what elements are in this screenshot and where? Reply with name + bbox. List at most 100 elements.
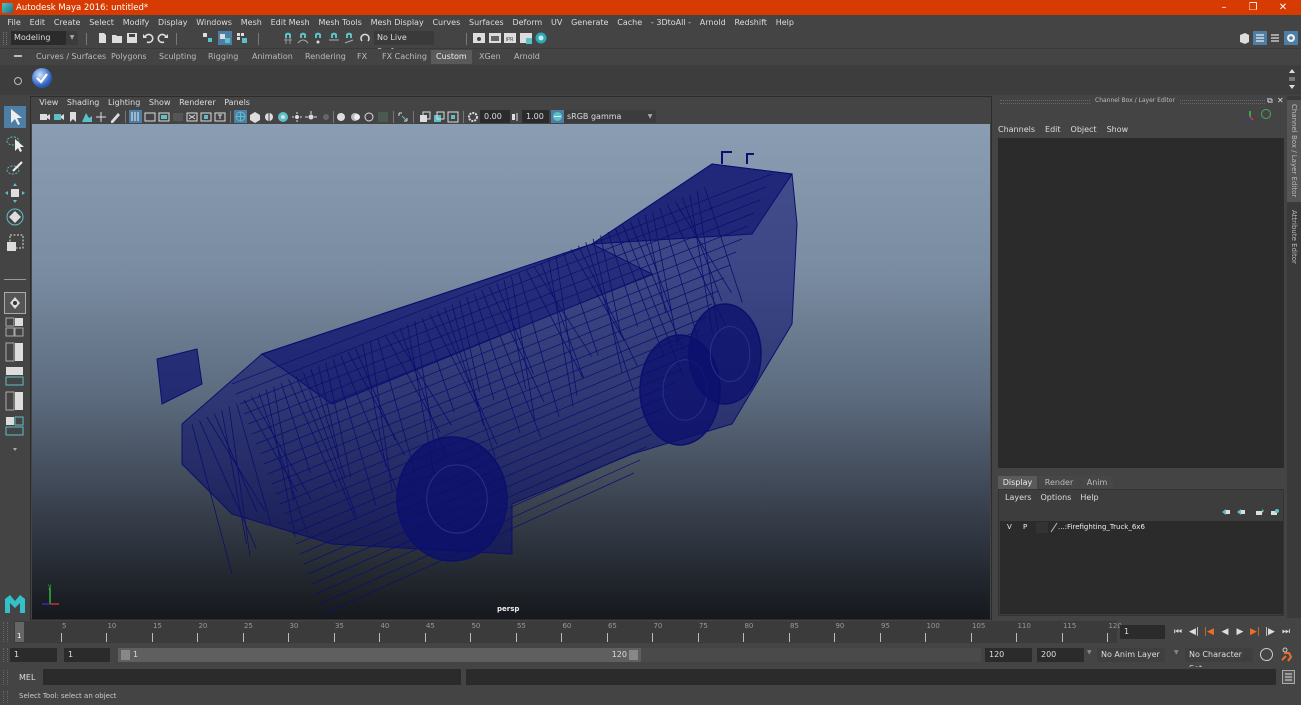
menu-deform[interactable]: Deform (508, 18, 547, 27)
redo-icon[interactable] (157, 32, 169, 44)
menu-redshift[interactable]: Redshift (730, 18, 771, 27)
step-forward-frame-button[interactable]: |▶ (1264, 626, 1276, 638)
move-layer-down-icon[interactable] (1236, 508, 1246, 516)
move-tool-icon[interactable] (4, 182, 26, 204)
ipr-render-icon[interactable]: IPR (504, 32, 516, 44)
character-set-dropdown[interactable]: No Character Set (1185, 648, 1253, 673)
manipulator-axis-icon[interactable] (1245, 109, 1255, 121)
viewport-menu-view[interactable]: View (35, 97, 63, 109)
exposure-icon[interactable] (467, 111, 479, 123)
menu-create[interactable]: Create (49, 18, 84, 27)
float-panel-icon[interactable]: ⧉ (1267, 96, 1273, 106)
live-surface-field[interactable]: No Live Surface (374, 31, 434, 56)
menu-curves[interactable]: Curves (428, 18, 465, 27)
script-editor-icon[interactable] (1282, 670, 1295, 684)
shelf-tab-arnold[interactable]: Arnold (509, 50, 545, 64)
menu-select[interactable]: Select (85, 18, 118, 27)
go-to-start-button[interactable]: ⏮ (1172, 626, 1184, 638)
command-grip[interactable] (3, 670, 8, 685)
camera-transforms-icon[interactable] (397, 111, 409, 123)
go-to-end-button[interactable]: ⏭ (1280, 626, 1292, 638)
menu-surfaces[interactable]: Surfaces (465, 18, 508, 27)
current-frame-field[interactable]: 1 (1120, 625, 1165, 639)
select-by-hierarchy-icon[interactable] (202, 32, 214, 44)
hypershade-persp-layout-icon[interactable] (4, 391, 26, 413)
viewport-menu-panels[interactable]: Panels (220, 97, 254, 109)
shelf-tab-rigging[interactable]: Rigging (203, 50, 243, 64)
tool-settings-toggle-icon[interactable] (1269, 32, 1281, 44)
shelf-tab-polygons[interactable]: Polygons (106, 50, 152, 64)
shelf-tab-sculpting[interactable]: Sculpting (154, 50, 201, 64)
shelf-tab-custom[interactable]: Custom (431, 50, 472, 64)
persp-graph-hypergraph-layout-icon[interactable] (4, 416, 26, 438)
menu-3dtoall[interactable]: - 3DtoAll - (647, 18, 696, 27)
save-scene-icon[interactable] (126, 32, 138, 44)
toolbox-expand-icon[interactable] (4, 442, 26, 456)
layer-tab-render[interactable]: Render (1039, 476, 1079, 489)
scale-tool-icon[interactable] (4, 232, 26, 254)
viewport-menu-shading[interactable]: Shading (63, 97, 104, 109)
four-view-layout-icon[interactable] (4, 317, 26, 339)
menu-help[interactable]: Help (771, 18, 798, 27)
open-scene-icon[interactable] (111, 32, 123, 44)
layer-name[interactable]: ...:Firefighting_Truck_6x6 (1058, 523, 1145, 531)
gamma-field[interactable]: 1.00 (522, 110, 549, 123)
render-current-frame-icon[interactable] (489, 32, 501, 44)
shelf-scroll[interactable] (1287, 67, 1297, 91)
select-tool-icon[interactable] (4, 106, 26, 128)
attribute-editor-toggle-icon[interactable] (1253, 31, 1267, 45)
gamma-icon[interactable] (509, 111, 521, 123)
isolate-select-icon[interactable] (335, 111, 347, 123)
bookmark-icon[interactable] (67, 111, 79, 123)
snap-to-curve-icon[interactable] (297, 32, 309, 44)
channel-menu-channels[interactable]: Channels (998, 125, 1035, 134)
channel-menu-show[interactable]: Show (1107, 125, 1129, 134)
menu-generate[interactable]: Generate (567, 18, 613, 27)
menu-arnold[interactable]: Arnold (695, 18, 730, 27)
hypershade-icon[interactable] (535, 32, 547, 44)
layer-row[interactable]: V P ...:Firefighting_Truck_6x6 (1000, 521, 1283, 534)
shelf-tab-rendering[interactable]: Rendering (300, 50, 351, 64)
anim-layer-dropdown[interactable]: No Anim Layer (1097, 648, 1165, 662)
layer-tab-anim[interactable]: Anim (1081, 476, 1113, 489)
play-backwards-button[interactable]: ◀ (1219, 626, 1231, 638)
viewport-menu-lighting[interactable]: Lighting (104, 97, 145, 109)
menu-display[interactable]: Display (154, 18, 192, 27)
menu-cache[interactable]: Cache (613, 18, 647, 27)
side-tab-attribute-editor[interactable]: Attribute Editor (1287, 206, 1301, 268)
frame-center-icon[interactable] (447, 111, 459, 123)
2d-pan-zoom-icon[interactable] (95, 111, 107, 123)
animation-end-field[interactable]: 200 (1037, 648, 1084, 662)
film-gate-icon[interactable] (144, 111, 156, 123)
lasso-tool-icon[interactable] (4, 132, 26, 154)
render-settings-icon[interactable] (473, 32, 485, 44)
color-management-icon[interactable] (551, 110, 564, 123)
gate-mask-icon[interactable] (172, 111, 184, 123)
range-start-handle[interactable] (121, 650, 130, 660)
textured-icon[interactable] (277, 111, 289, 123)
resolution-gate-icon[interactable] (158, 111, 170, 123)
menu-mesh[interactable]: Mesh (236, 18, 266, 27)
toolbar-grip[interactable] (3, 32, 7, 45)
menu-edit-mesh[interactable]: Edit Mesh (266, 18, 314, 27)
shelf-tab-animation[interactable]: Animation (247, 50, 298, 64)
custom-shelf-check-icon[interactable] (32, 68, 52, 88)
layer-playback-toggle[interactable]: P (1023, 523, 1027, 531)
undo-icon[interactable] (142, 32, 154, 44)
persp-graph-layout-icon[interactable] (4, 366, 26, 388)
shelf-tab-fx-caching[interactable]: FX Caching (377, 50, 432, 64)
screen-space-ao-icon[interactable] (305, 111, 317, 123)
shelf-settings-icon[interactable] (14, 77, 22, 85)
layer-menu-options[interactable]: Options (1040, 493, 1071, 502)
camera-icon[interactable] (39, 111, 51, 123)
color-space-dropdown[interactable]: sRGB gamma ▼ (564, 110, 656, 123)
close-button[interactable]: ✕ (1268, 0, 1298, 15)
frame-selection-icon[interactable] (433, 111, 445, 123)
new-scene-icon[interactable] (96, 32, 108, 44)
viewport-menu-show[interactable]: Show (145, 97, 175, 109)
menu-mesh-display[interactable]: Mesh Display (366, 18, 428, 27)
channel-list[interactable] (998, 138, 1284, 468)
minimize-button[interactable]: – (1209, 0, 1239, 15)
paint-select-tool-icon[interactable] (4, 158, 26, 180)
persp-outliner-layout-icon[interactable] (4, 342, 26, 364)
